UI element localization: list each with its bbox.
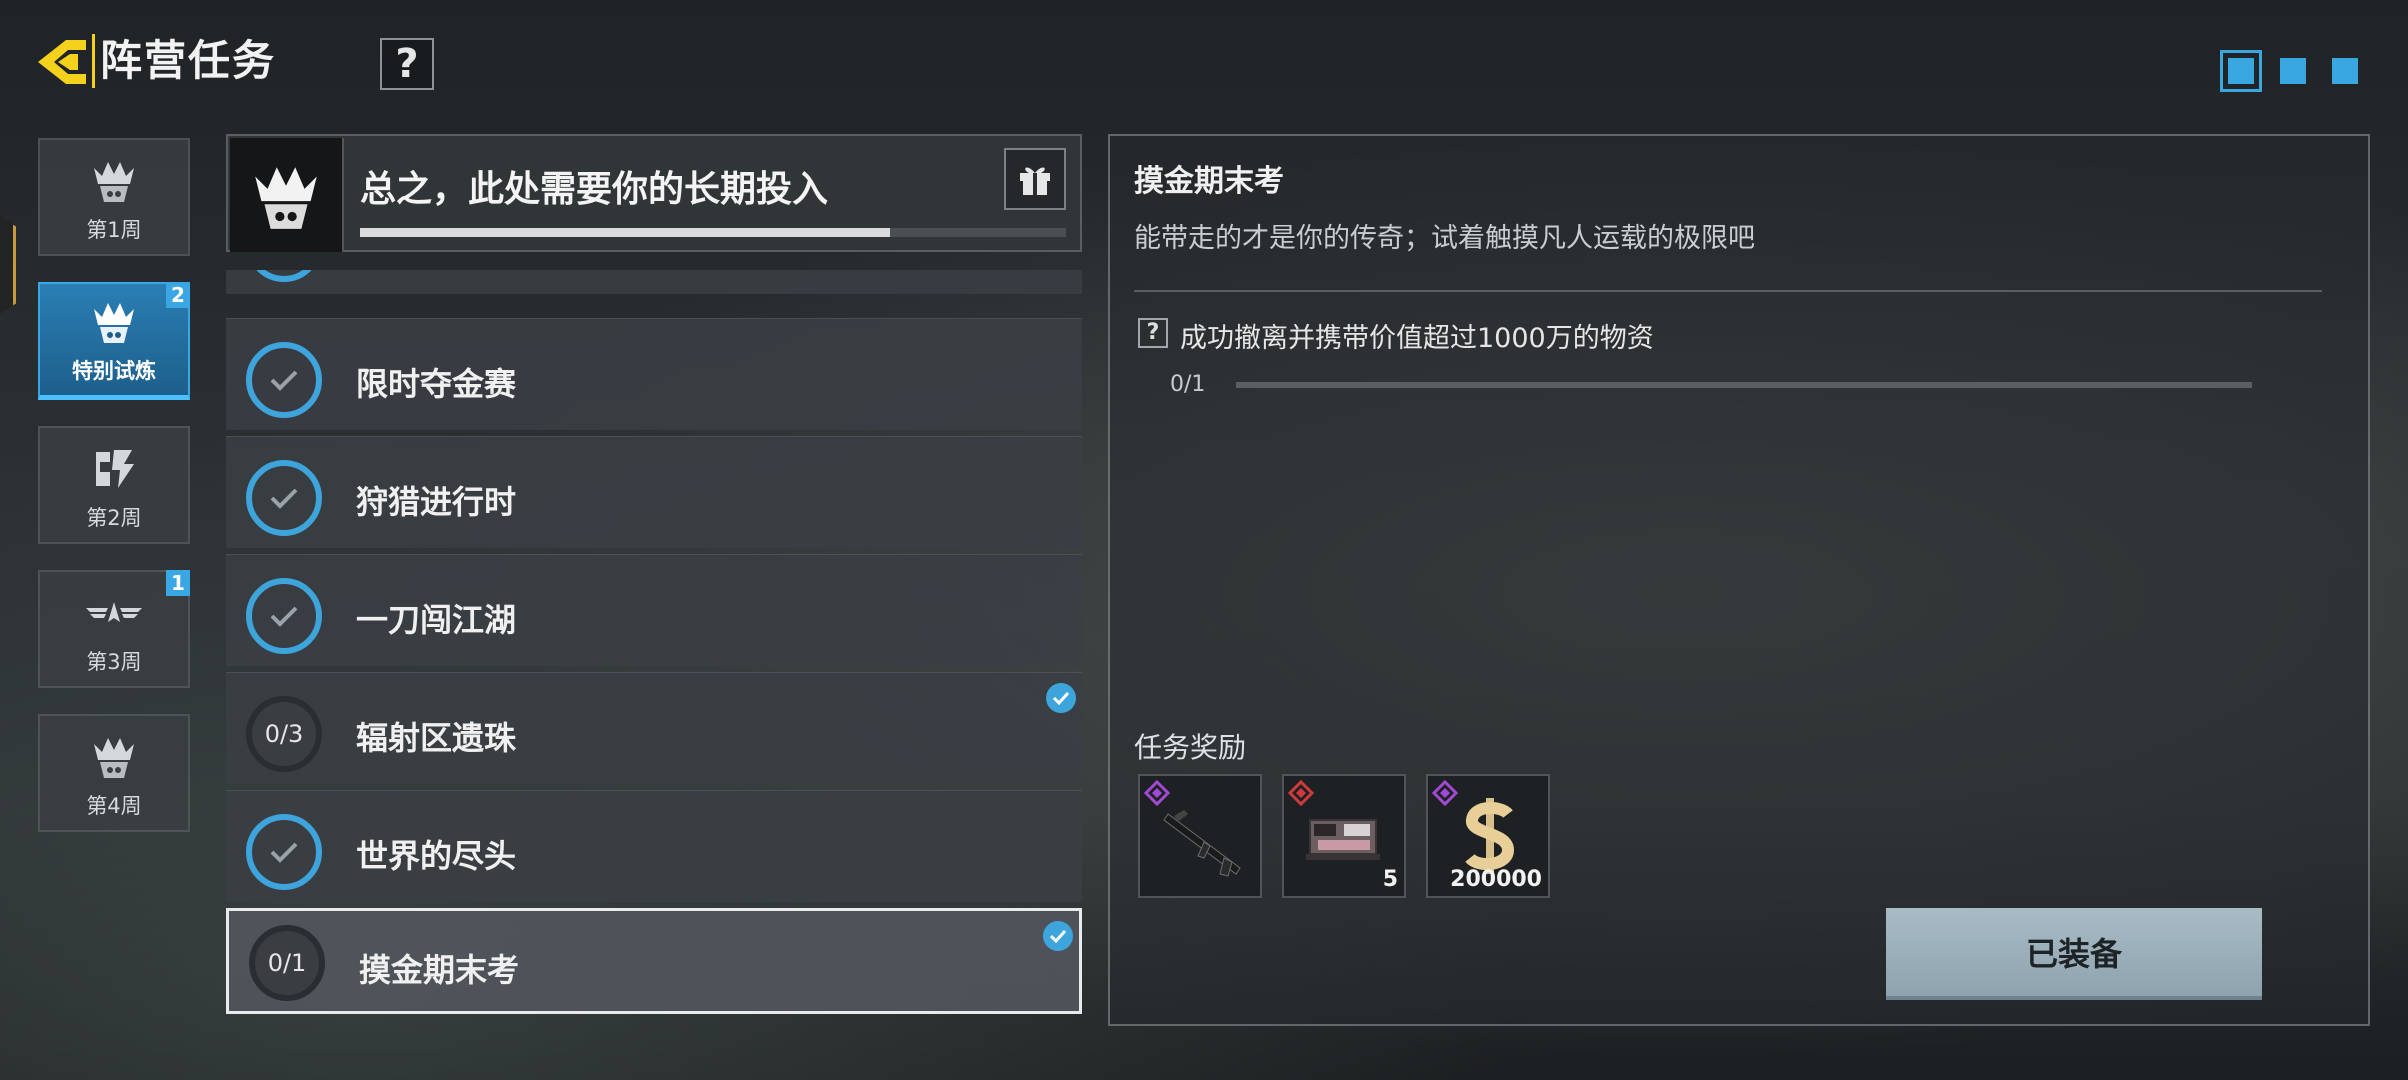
crown-emblem-icon [84, 728, 144, 784]
completed-check-icon [246, 460, 322, 536]
completed-check-icon [246, 578, 322, 654]
rarity-diamond-icon [1288, 780, 1314, 806]
objective-progress-bar [1236, 382, 2252, 388]
back-arrow-icon [38, 40, 86, 84]
page-dot-1[interactable] [2220, 50, 2262, 92]
quest-chain-progress-bar [360, 228, 1066, 237]
tab-label: 特别试炼 [72, 359, 156, 383]
objective-help-icon[interactable]: ? [1138, 318, 1168, 348]
page-dot-3[interactable] [2332, 58, 2358, 84]
tab-week-2[interactable]: 第2周 [38, 426, 190, 544]
rarity-diamond-icon [1432, 780, 1458, 806]
quest-progress: 0/1 [249, 925, 325, 1001]
objective-text: 成功撤离并携带价值超过1000万的物资 [1180, 323, 1654, 354]
reward-item-currency[interactable]: 200000 [1426, 774, 1550, 898]
gift-icon [1020, 167, 1050, 195]
tab-badge: 2 [166, 282, 190, 308]
quest-name: 狩猎进行时 [356, 483, 517, 521]
page-dot-2[interactable] [2280, 58, 2306, 84]
crown-emblem-icon [84, 293, 144, 349]
list-item[interactable]: 狩猎进行时 [226, 436, 1082, 548]
tab-label: 第1周 [86, 218, 142, 242]
quest-detail-title: 摸金期末考 [1134, 164, 1284, 199]
tab-week-1[interactable]: 第1周 [38, 138, 190, 256]
back-button[interactable] [34, 36, 90, 88]
tab-badge: 1 [166, 570, 190, 596]
quest-name: 限时夺金赛 [356, 365, 517, 403]
faction-emblem-icon [230, 138, 344, 252]
dollar-coin-icon [1465, 798, 1515, 874]
divider [1134, 290, 2322, 292]
page-title: 阵营任务 [100, 36, 277, 85]
equipped-button[interactable]: 已装备 [1886, 908, 2262, 1000]
completed-ring [246, 270, 322, 282]
list-item-selected[interactable]: 0/1 摸金期末考 [226, 908, 1082, 1014]
reward-count: 200000 [1450, 867, 1542, 892]
rifle-icon [1163, 810, 1241, 877]
calligraphy-emblem-icon [84, 440, 144, 496]
list-item[interactable]: 世界的尽头 [226, 790, 1082, 902]
tab-label: 第2周 [86, 506, 142, 530]
progress-fill [360, 228, 890, 237]
quest-chain-header: 总之，此处需要你的长期投入 [226, 134, 1082, 252]
title-accent-bar [92, 34, 95, 88]
page-indicator [2220, 50, 2358, 92]
reward-item-ammo-crate[interactable]: 5 [1282, 774, 1406, 898]
list-item[interactable]: 限时夺金赛 [226, 318, 1082, 430]
faction-edge-marker [0, 210, 16, 320]
list-item[interactable] [226, 270, 1082, 294]
ammo-crate-icon [1306, 819, 1380, 860]
tab-label: 第3周 [86, 650, 142, 674]
quest-chain-title: 总之，此处需要你的长期投入 [360, 169, 829, 210]
tab-special-trial[interactable]: 2 特别试炼 [38, 282, 190, 400]
help-button[interactable]: ? [380, 38, 434, 90]
list-item[interactable]: 一刀闯江湖 [226, 554, 1082, 666]
completed-check-icon [246, 814, 322, 890]
tracked-check-icon[interactable] [1046, 683, 1076, 713]
tab-label: 第4周 [86, 794, 142, 818]
reward-item-rifle[interactable] [1138, 774, 1262, 898]
reward-count: 5 [1382, 867, 1398, 892]
quest-detail-description: 能带走的才是你的传奇；试着触摸凡人运载的极限吧 [1134, 223, 1755, 254]
gift-button[interactable] [1004, 148, 1066, 210]
quest-name: 摸金期末考 [359, 951, 520, 989]
quest-name: 辐射区遗珠 [356, 719, 517, 757]
quest-detail-panel: 摸金期末考 能带走的才是你的传奇；试着触摸凡人运载的极限吧 ? 成功撤离并携带价… [1108, 134, 2370, 1026]
quest-name: 世界的尽头 [356, 837, 517, 875]
tracked-check-icon[interactable] [1043, 921, 1073, 951]
winged-emblem-icon [84, 584, 144, 640]
quest-list[interactable]: 限时夺金赛 狩猎进行时 一刀闯江湖 0/3 辐射区遗珠 世界的尽头 0/1 摸金… [226, 270, 1082, 1026]
completed-check-icon [246, 342, 322, 418]
reward-label: 任务奖励 [1134, 731, 1247, 764]
tab-week-3[interactable]: 1 第3周 [38, 570, 190, 688]
tab-week-4[interactable]: 第4周 [38, 714, 190, 832]
quest-progress: 0/3 [246, 696, 322, 772]
list-item[interactable]: 0/3 辐射区遗珠 [226, 672, 1082, 784]
crown-emblem-icon [84, 152, 144, 208]
objective-progress-text: 0/1 [1170, 372, 1206, 397]
quest-name: 一刀闯江湖 [356, 601, 517, 639]
